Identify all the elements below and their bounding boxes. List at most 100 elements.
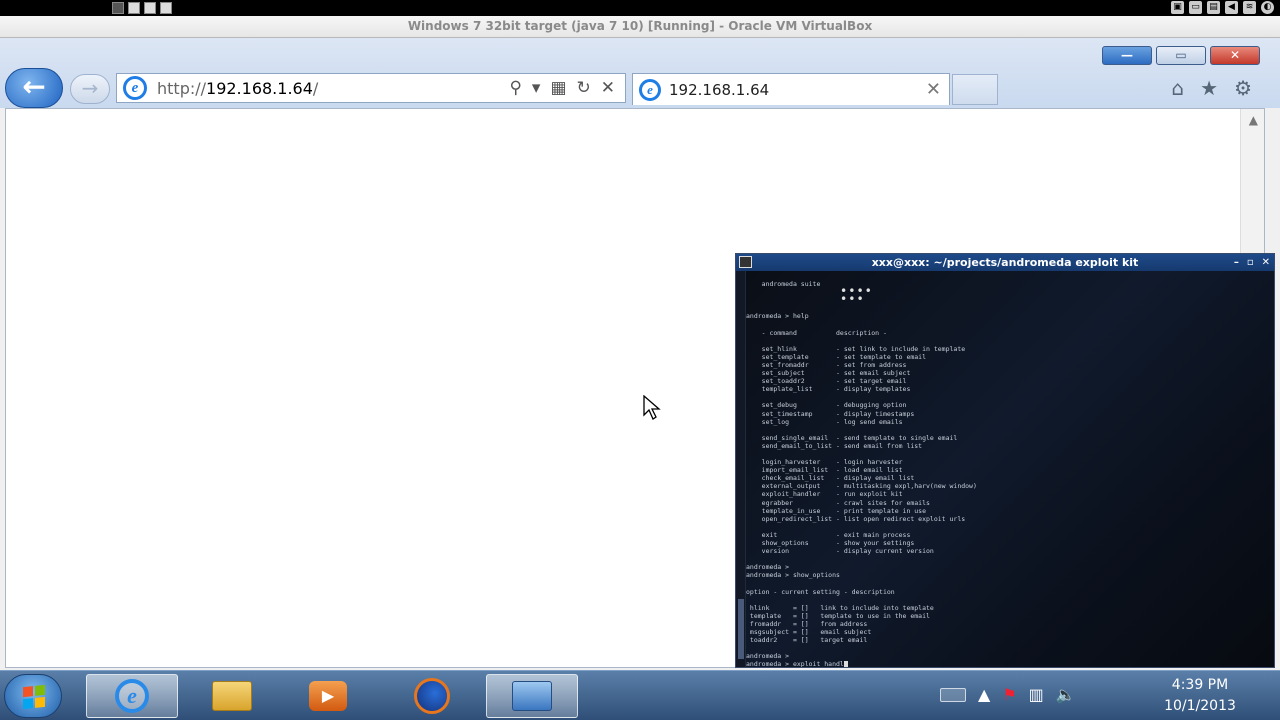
terminal-line: external_output - multitasking expl,harv… (746, 482, 977, 491)
forward-arrow-icon: → (81, 76, 99, 100)
virtualbox-window-title: Windows 7 32bit target (java 7 10) [Runn… (407, 19, 873, 33)
terminal-scrollbar-thumb[interactable] (738, 599, 744, 659)
url-host: 192.168.1.64 (206, 78, 313, 98)
host-app-icon[interactable]: ▣ (1171, 1, 1184, 14)
terminal-window[interactable]: xxx@xxx: ~/projects/andromeda exploit ki… (735, 253, 1275, 668)
address-bar[interactable]: e http://192.168.1.64/ ⚲ ▾ ▦ ↻ ✕ (116, 73, 626, 103)
host-power-icon[interactable]: ◐ (1261, 1, 1274, 14)
terminal-line: egrabber - crawl sites for emails (746, 498, 930, 507)
tab-close-icon[interactable]: ✕ (926, 79, 941, 100)
monitor-icon (512, 681, 552, 711)
host-volume-icon[interactable]: ◀ (1225, 1, 1238, 14)
terminal-minimize-icon[interactable]: – (1234, 254, 1239, 271)
ie-window-controls: — ▭ ✕ (1102, 46, 1260, 65)
terminal-line: andromeda > (746, 652, 790, 661)
ie-page-icon: e (123, 76, 147, 100)
windows-logo-icon (23, 684, 45, 710)
clock-date: 10/1/2013 (1164, 698, 1236, 714)
tab-title: 192.168.1.64 (669, 80, 770, 99)
terminal-line: template = [] template to use in the ema… (746, 611, 930, 620)
dropdown-chevron-icon[interactable]: ▾ (532, 78, 541, 98)
url-text[interactable]: http://192.168.1.64/ (157, 79, 509, 98)
workspace-2-icon[interactable] (128, 2, 140, 14)
host-network-icon[interactable]: ▤ (1207, 1, 1220, 14)
keyboard-icon[interactable] (940, 687, 966, 702)
taskbar-internet-explorer[interactable]: e (86, 674, 178, 718)
terminal-line: exploit_handler - run exploit kit (746, 490, 903, 499)
taskbar-media-player[interactable]: ▶ (282, 674, 374, 718)
terminal-app-icon[interactable] (739, 256, 752, 268)
terminal-body[interactable]: andromeda suite andromeda > help - comma… (736, 271, 1274, 667)
home-icon[interactable]: ⌂ (1171, 76, 1184, 100)
tab-192-168-1-64[interactable]: e 192.168.1.64 ✕ (632, 73, 950, 105)
terminal-close-icon[interactable]: ✕ (1262, 254, 1270, 271)
taskbar-windows-explorer[interactable] (186, 674, 278, 718)
refresh-icon[interactable]: ↻ (577, 78, 591, 98)
network-icon[interactable]: ▥ (1029, 685, 1044, 704)
taskbar-remote-desktop[interactable] (486, 674, 578, 718)
volume-icon[interactable]: 🔈 (1056, 685, 1076, 704)
terminal-line: import_email_list - load email list (746, 466, 903, 475)
terminal-output: andromeda suite andromeda > help - comma… (746, 280, 977, 667)
new-tab-button[interactable] (952, 74, 998, 105)
terminal-scrollbar[interactable] (736, 271, 746, 667)
terminal-maximize-icon[interactable]: ▫ (1247, 254, 1254, 271)
back-arrow-icon: ← (22, 70, 46, 103)
scroll-up-arrow-icon[interactable]: ▲ (1249, 113, 1258, 127)
host-display-icon[interactable]: ▭ (1189, 1, 1202, 14)
terminal-line: fromaddr = [] from address (746, 619, 868, 628)
terminal-cursor (843, 660, 848, 667)
workspace-3-icon[interactable] (144, 2, 156, 14)
host-workspace-switcher[interactable] (112, 2, 172, 14)
guest-desktop: — ▭ ✕ ← → e http://192.168.1.64/ ⚲ ▾ ▦ ↻… (0, 38, 1280, 720)
terminal-line: andromeda > help (746, 312, 809, 321)
taskbar-firefox[interactable] (386, 674, 478, 718)
host-wifi-icon[interactable]: ≋ (1243, 1, 1256, 14)
search-icon[interactable]: ⚲ (509, 78, 521, 98)
stop-icon[interactable]: ✕ (601, 78, 615, 98)
terminal-line: hlink = [] link to include into template (746, 603, 934, 612)
virtualbox-title-bar: Windows 7 32bit target (java 7 10) [Runn… (0, 16, 1280, 38)
terminal-prompt-line[interactable]: andromeda > exploit_handl (746, 660, 977, 667)
terminal-line: version - display current version (746, 547, 934, 556)
media-player-icon: ▶ (309, 681, 347, 711)
compatibility-view-icon[interactable]: ▦ (550, 78, 566, 98)
terminal-prompt-text: andromeda > exploit_handl (746, 660, 844, 667)
terminal-line: set_subject - set email subject (746, 369, 911, 378)
terminal-title: xxx@xxx: ~/projects/andromeda exploit ki… (871, 256, 1139, 269)
workspace-1-icon[interactable] (112, 2, 124, 14)
minimize-button[interactable]: — (1102, 46, 1152, 65)
back-button[interactable]: ← (5, 68, 63, 108)
tab-favicon-icon: e (639, 78, 661, 101)
action-center-flag-icon[interactable]: ⚑ (1002, 685, 1016, 704)
maximize-button[interactable]: ▭ (1156, 46, 1206, 65)
terminal-window-controls: – ▫ ✕ (1234, 254, 1270, 271)
terminal-line: login_harvester - login harvester (746, 458, 903, 467)
terminal-line: toaddr2 = [] target email (746, 636, 868, 645)
ie-toolbar-right: ⌂ ★ ⚙ (1171, 76, 1252, 100)
ie-window-frame: — ▭ ✕ ← → e http://192.168.1.64/ ⚲ ▾ ▦ ↻… (0, 38, 1280, 108)
tools-gear-icon[interactable]: ⚙ (1234, 76, 1252, 100)
terminal-line: set_log - log send emails (746, 417, 903, 426)
show-hidden-icons-icon[interactable]: ▲ (978, 685, 990, 704)
start-button[interactable] (4, 674, 62, 718)
firefox-icon (414, 678, 450, 714)
terminal-line: open_redirect_list - list open redirect … (746, 514, 966, 523)
workspace-4-icon[interactable] (160, 2, 172, 14)
forward-button[interactable]: → (70, 74, 110, 104)
loading-spinner-icon: •••• ••• (840, 284, 873, 306)
close-button[interactable]: ✕ (1210, 46, 1260, 65)
favorites-star-icon[interactable]: ★ (1200, 76, 1218, 100)
terminal-line: - command description - (746, 328, 887, 337)
terminal-line: template_list - display templates (746, 385, 911, 394)
terminal-line: set_toaddr2 - set target email (746, 377, 907, 386)
terminal-line: andromeda > show_options (746, 571, 840, 580)
terminal-title-bar[interactable]: xxx@xxx: ~/projects/andromeda exploit ki… (736, 254, 1274, 271)
terminal-line: set_hlink - set link to include in templ… (746, 344, 966, 353)
taskbar-clock[interactable]: 4:39 PM 10/1/2013 (1140, 675, 1260, 717)
